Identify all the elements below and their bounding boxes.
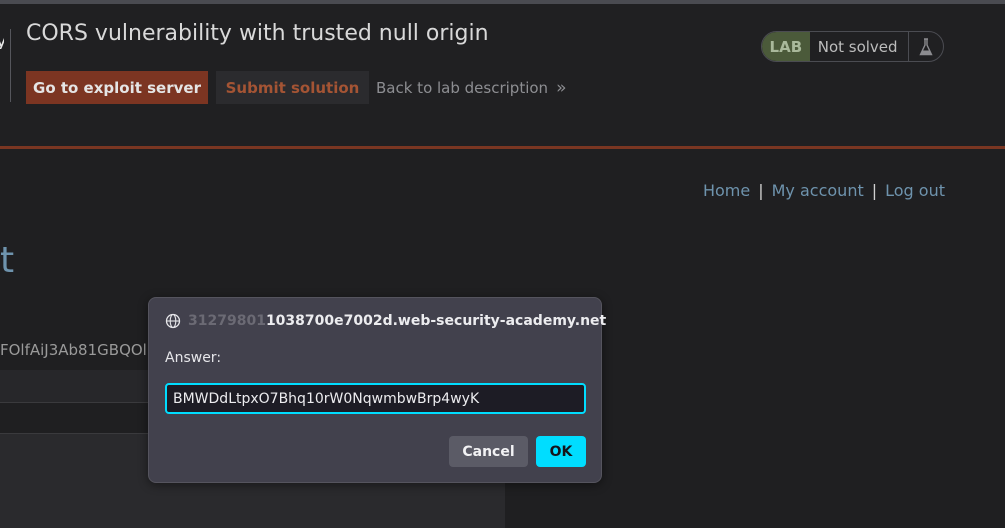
- nav-home-link[interactable]: Home: [703, 181, 750, 200]
- dialog-origin: 31279801 1038700e7002d.web-security-acade…: [165, 313, 606, 329]
- exploit-server-button[interactable]: Go to exploit server: [26, 71, 208, 104]
- nav-separator: |: [758, 181, 764, 200]
- origin-domain: 1038700e7002d.web-security-academy.net: [265, 313, 607, 329]
- api-key-text-fragment: FOlfAiJ3Ab81GBQOl: [0, 341, 147, 359]
- ok-button[interactable]: OK: [536, 436, 586, 467]
- origin-prefix: 31279801: [188, 313, 266, 329]
- nav-log-out-link[interactable]: Log out: [885, 181, 945, 200]
- submit-solution-button[interactable]: Submit solution: [216, 71, 369, 104]
- double-chevron-right-icon: »: [556, 78, 567, 98]
- lab-status-widget: LAB Not solved: [761, 31, 944, 62]
- nav-my-account-link[interactable]: My account: [772, 181, 864, 200]
- academy-logo-fragment: y: [0, 35, 4, 49]
- prompt-dialog: 31279801 1038700e7002d.web-security-acade…: [148, 297, 606, 483]
- back-to-lab-description-link[interactable]: Back to lab description »: [376, 77, 566, 99]
- site-nav: Home | My account | Log out: [703, 181, 945, 200]
- nav-separator: |: [871, 181, 878, 200]
- globe-icon: [165, 313, 181, 329]
- back-link-label: Back to lab description: [376, 79, 549, 97]
- page-heading-fragment: t: [0, 240, 15, 281]
- form-field-fragment: [0, 370, 148, 402]
- lab-header: y CORS vulnerability with trusted null o…: [0, 4, 1005, 146]
- header-rule: [0, 146, 1005, 149]
- lab-tag: LAB: [762, 32, 810, 61]
- header-divider: [10, 29, 11, 102]
- cancel-button[interactable]: Cancel: [449, 436, 528, 467]
- lab-status-text: Not solved: [817, 37, 898, 56]
- lab-title: CORS vulnerability with trusted null ori…: [26, 21, 489, 46]
- flask-icon: [908, 32, 943, 61]
- answer-input[interactable]: [165, 383, 586, 414]
- page: y CORS vulnerability with trusted null o…: [0, 0, 1005, 528]
- answer-label: Answer:: [165, 350, 222, 366]
- form-divider: [0, 402, 148, 403]
